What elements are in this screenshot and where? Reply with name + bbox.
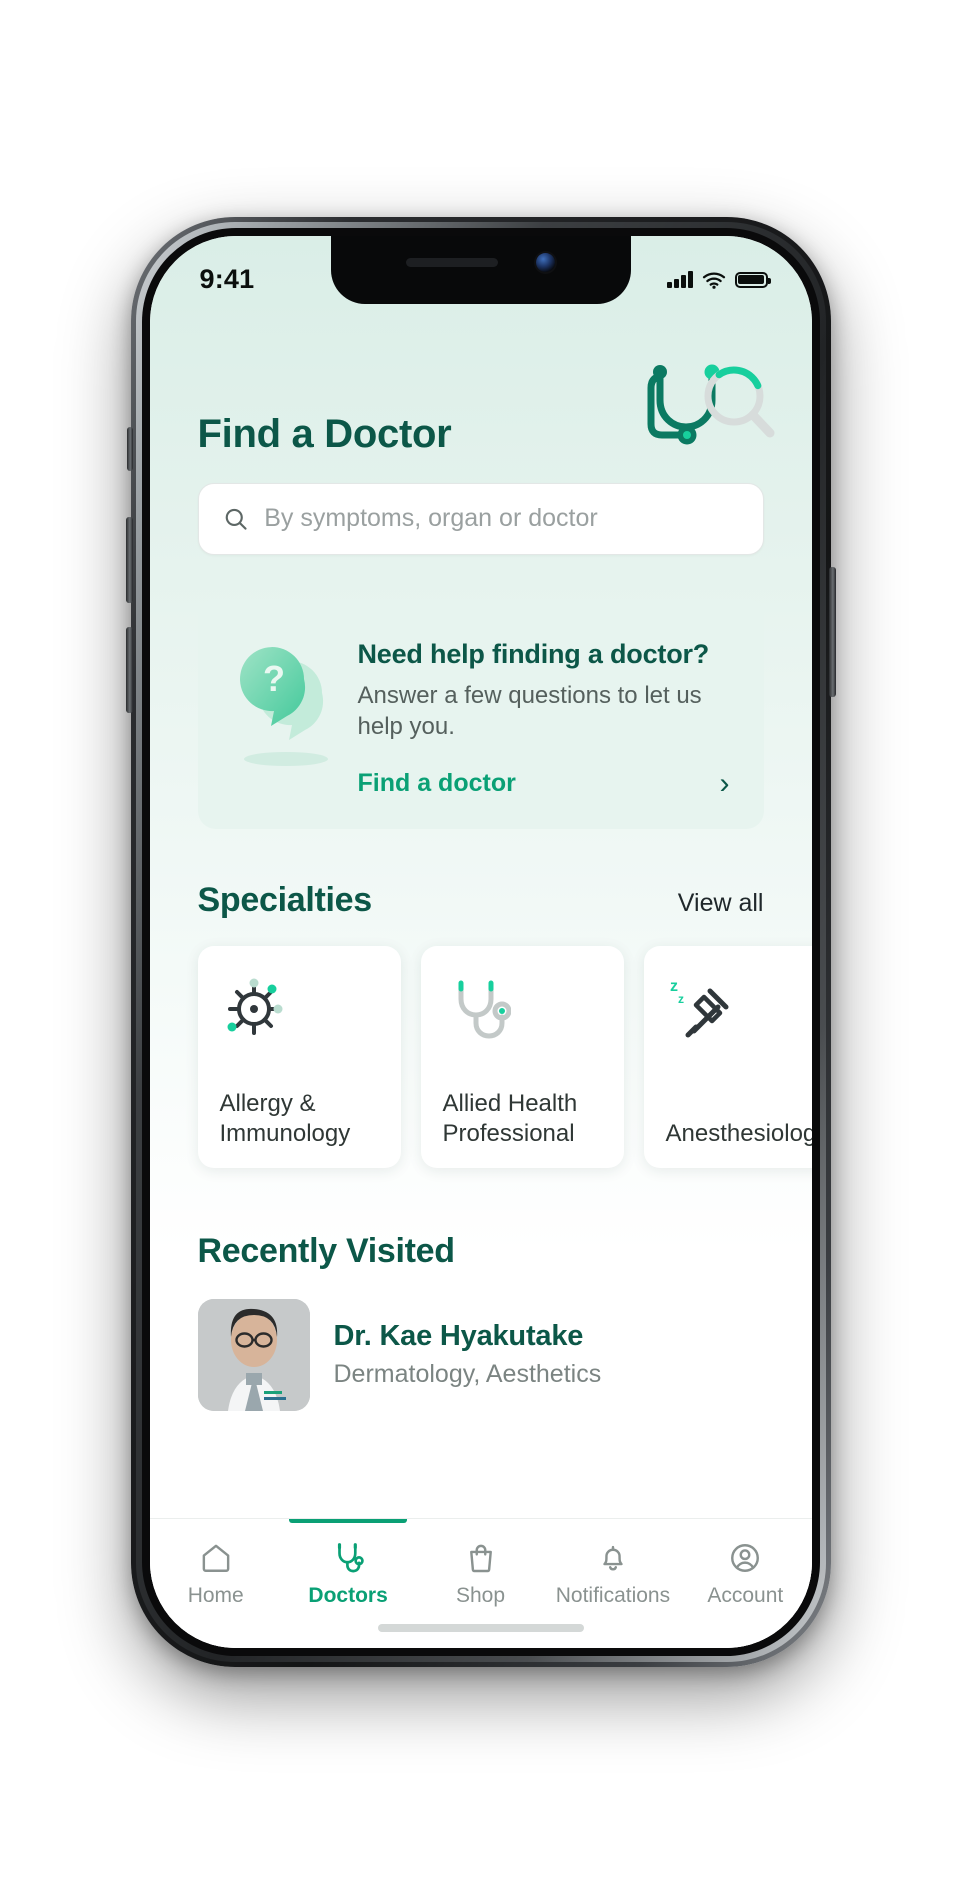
- specialty-card-allergy-immunology[interactable]: Allergy & Immunology: [197, 945, 401, 1168]
- tab-doctors[interactable]: Doctors: [282, 1518, 414, 1608]
- doctor-name: Dr. Kae Hyakutake: [333, 1320, 584, 1353]
- tab-label: Notifications: [555, 1583, 671, 1607]
- active-tab-indicator: [289, 1518, 408, 1523]
- doctor-specialty: Dermatology, Aesthetics: [333, 1360, 602, 1389]
- search-section: [150, 457, 812, 555]
- question-speech-bubble-icon: ?: [228, 633, 340, 783]
- tab-label: Account: [707, 1583, 784, 1607]
- specialties-view-all-link[interactable]: View all: [678, 889, 764, 918]
- status-icons: [667, 271, 771, 289]
- volume-down-button[interactable]: [125, 626, 133, 713]
- bell-icon: [603, 1545, 623, 1570]
- battery-icon: [734, 271, 771, 288]
- shopping-bag-icon: [469, 1544, 492, 1572]
- wifi-icon: [702, 271, 725, 289]
- tab-home[interactable]: Home: [150, 1519, 282, 1608]
- cellular-signal-icon: [667, 271, 693, 288]
- specialty-card-allied-health[interactable]: Allied Health Professional: [420, 945, 624, 1168]
- help-card-cta-row[interactable]: Find a doctor ›: [358, 768, 734, 799]
- tab-label: Home: [187, 1583, 244, 1607]
- specialties-title: Specialties: [197, 880, 373, 919]
- phone-frame: 9:41 Find a Doctor By symptoms, organ or…: [125, 216, 836, 1667]
- specialties-rail[interactable]: Allergy & Immunology Allied Health Profe…: [150, 920, 812, 1186]
- specialty-card-label: Allied Health Professional: [442, 1090, 578, 1147]
- app-root: 9:41 Find a Doctor By symptoms, organ or…: [149, 235, 812, 1648]
- user-circle-icon: [731, 1543, 760, 1572]
- svg-text:?: ?: [263, 658, 285, 699]
- specialty-card-label: Anesthesiology: [665, 1119, 812, 1147]
- find-a-doctor-link[interactable]: Find a doctor: [358, 769, 516, 798]
- help-card-subtitle: Answer a few questions to let us help yo…: [357, 681, 702, 741]
- allergen-virus-icon: [220, 972, 379, 1046]
- phone-screen: 9:41 Find a Doctor By symptoms, organ or…: [149, 235, 812, 1648]
- specialty-card-label: Allergy & Immunology: [219, 1090, 351, 1147]
- svg-text:z: z: [678, 992, 684, 1006]
- recently-visited-section-header: Recently Visited: [150, 1186, 812, 1271]
- chevron-right-icon[interactable]: ›: [720, 768, 730, 799]
- tab-notifications[interactable]: Notifications: [547, 1519, 679, 1608]
- search-icon: [225, 508, 247, 530]
- tab-account[interactable]: Account: [679, 1519, 811, 1608]
- search-box[interactable]: [197, 482, 764, 555]
- status-time: 9:41: [199, 264, 255, 294]
- tab-label: Shop: [455, 1583, 506, 1607]
- home-icon: [202, 1544, 230, 1572]
- help-card-text: Need help finding a doctor? Answer a few…: [358, 633, 734, 799]
- recently-visited-title: Recently Visited: [197, 1231, 456, 1270]
- recently-visited-doctor-row[interactable]: Dr. Kae Hyakutake Dermatology, Aesthetic…: [150, 1271, 812, 1411]
- earpiece-speaker: [406, 258, 498, 267]
- sleep-syringe-icon: z z: [666, 972, 812, 1046]
- front-camera-icon: [536, 253, 555, 272]
- search-input[interactable]: [264, 504, 739, 533]
- device-notch: [330, 235, 631, 304]
- stethoscope-icon: [338, 1542, 364, 1572]
- phone-mockup-stage: 9:41 Find a Doctor By symptoms, organ or…: [0, 0, 961, 1883]
- power-button[interactable]: [828, 566, 836, 697]
- doctor-info: Dr. Kae Hyakutake Dermatology, Aesthetic…: [334, 1320, 602, 1389]
- specialty-card-anesthesiology[interactable]: z z Anesthesiology: [643, 945, 812, 1168]
- phone-inner-bezel: 9:41 Find a Doctor By symptoms, organ or…: [141, 227, 820, 1656]
- tab-label: Doctors: [308, 1583, 388, 1607]
- mute-switch[interactable]: [126, 426, 133, 471]
- help-finding-doctor-card[interactable]: ? Need help finding a doctor? Answer a f…: [197, 598, 764, 829]
- doctor-portrait-photo: [197, 1298, 310, 1411]
- bottom-tab-bar: Home Doctors Shop Notifications Account: [149, 1517, 812, 1648]
- tab-shop[interactable]: Shop: [414, 1519, 546, 1608]
- specialties-section-header: Specialties View all: [150, 829, 812, 920]
- help-card-title: Need help finding a doctor?: [357, 638, 710, 669]
- svg-text:z: z: [670, 978, 678, 995]
- scroll-container[interactable]: Find a Doctor By symptoms, organ or doct…: [150, 236, 812, 1518]
- stethoscope-icon: [443, 972, 602, 1046]
- home-indicator[interactable]: [377, 1623, 584, 1632]
- volume-up-button[interactable]: [125, 516, 133, 603]
